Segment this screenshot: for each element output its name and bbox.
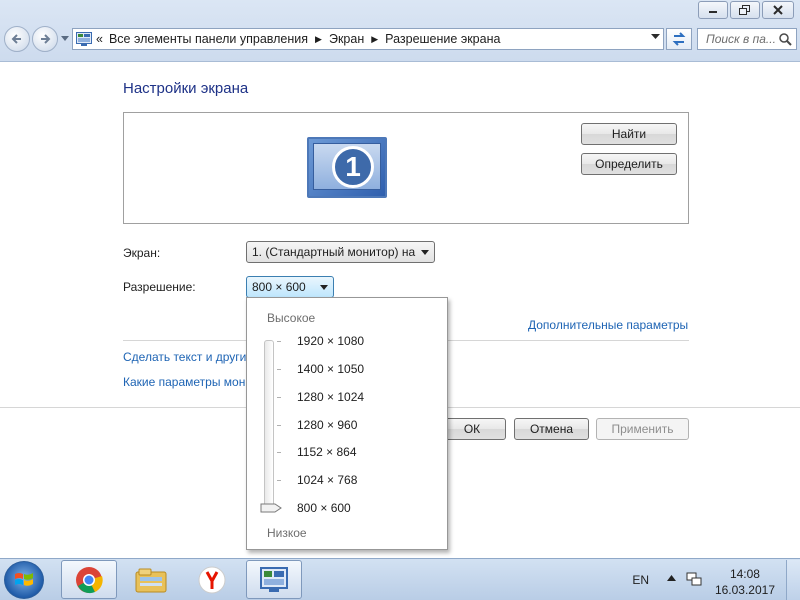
maximize-button[interactable]	[730, 1, 760, 19]
slider-tick	[277, 425, 281, 426]
slider-tick	[277, 452, 281, 453]
resolution-option[interactable]: 1280 × 1024	[297, 390, 364, 404]
forward-arrow-icon	[41, 34, 51, 44]
windows-logo-icon	[15, 573, 33, 586]
start-button[interactable]	[4, 561, 44, 599]
resolution-select[interactable]: 800 × 600	[246, 276, 334, 298]
search-placeholder: Поиск в па...	[706, 32, 776, 46]
taskbar-chrome[interactable]	[61, 560, 117, 599]
back-arrow-icon	[11, 34, 21, 44]
resolution-slider-track[interactable]	[264, 340, 274, 512]
minimize-icon	[709, 11, 717, 13]
maximize-icon	[739, 5, 750, 15]
chevron-down-icon	[421, 250, 429, 255]
refresh-icon	[672, 32, 686, 46]
yandex-icon	[198, 566, 226, 593]
monitor-params-link[interactable]: Какие параметры мон	[123, 375, 245, 389]
close-button[interactable]	[762, 1, 794, 19]
breadcrumb-overflow[interactable]: «	[96, 32, 103, 46]
clock-date: 16.03.2017	[714, 583, 775, 597]
show-desktop-button[interactable]	[786, 560, 800, 600]
taskbar-yandex[interactable]	[184, 560, 240, 599]
control-panel-icon	[260, 566, 288, 592]
screen-label: Экран:	[123, 246, 161, 260]
navigation-buttons	[4, 26, 69, 52]
search-icon	[779, 33, 792, 46]
monitor-1-icon[interactable]: 1	[307, 137, 387, 198]
resolution-option[interactable]: 1024 × 768	[297, 473, 357, 487]
resolution-option[interactable]: 1152 × 864	[297, 445, 357, 459]
address-dropdown-icon[interactable]	[651, 34, 660, 40]
low-label: Низкое	[267, 526, 307, 540]
monitor-number: 1	[332, 146, 374, 188]
minimize-button[interactable]	[698, 1, 728, 19]
close-icon	[773, 5, 783, 15]
resolution-option[interactable]: 1280 × 960	[297, 418, 357, 432]
slider-tick	[277, 369, 281, 370]
resolution-dropdown[interactable]: Высокое 1920 × 1080 1400 × 1050 1280 × 1…	[246, 297, 448, 550]
breadcrumb-separator-icon[interactable]: ▶	[315, 34, 322, 45]
screen-select[interactable]: 1. (Стандартный монитор) на	[246, 241, 435, 263]
text-size-link[interactable]: Сделать текст и другие	[123, 350, 253, 364]
high-label: Высокое	[267, 311, 316, 325]
chevron-down-icon	[320, 285, 328, 290]
page-title: Настройки экрана	[123, 80, 249, 97]
resolution-slider-thumb[interactable]	[260, 503, 282, 513]
screen-select-value: 1. (Стандартный монитор) на	[252, 245, 416, 259]
advanced-settings-link[interactable]: Дополнительные параметры	[528, 318, 688, 332]
slider-tick	[277, 397, 281, 398]
chrome-icon	[76, 566, 103, 593]
back-button[interactable]	[4, 26, 30, 52]
breadcrumb-display[interactable]: Экран	[329, 32, 364, 46]
slider-tick	[277, 480, 281, 481]
cancel-button[interactable]: Отмена	[514, 418, 589, 440]
chevron-down-icon	[61, 36, 69, 41]
taskbar-explorer[interactable]	[123, 560, 179, 599]
taskbar-control-panel[interactable]	[246, 560, 302, 599]
taskbar: EN 14:08 16.03.2017	[0, 558, 800, 600]
identify-button[interactable]: Определить	[581, 153, 677, 175]
display-preview-panel: 1 Найти Определить	[123, 112, 689, 224]
find-button[interactable]: Найти	[581, 123, 677, 145]
forward-button[interactable]	[32, 26, 58, 52]
recent-pages-button[interactable]	[61, 36, 69, 42]
apply-button: Применить	[596, 418, 689, 440]
show-hidden-icons-icon[interactable]	[667, 575, 676, 582]
search-input[interactable]: Поиск в па...	[697, 28, 797, 50]
resolution-option-selected[interactable]: 800 × 600	[297, 501, 351, 515]
network-icon[interactable]	[686, 571, 702, 587]
ok-button[interactable]: ОК	[438, 418, 506, 440]
language-indicator[interactable]: EN	[632, 573, 649, 587]
monitor-screen: 1	[313, 143, 381, 190]
breadcrumb-separator-icon[interactable]: ▶	[371, 34, 378, 45]
address-bar[interactable]: « Все элементы панели управления ▶ Экран…	[72, 28, 664, 50]
window-chrome: « Все элементы панели управления ▶ Экран…	[0, 0, 800, 62]
breadcrumb-resolution[interactable]: Разрешение экрана	[385, 32, 500, 46]
breadcrumb-control-panel[interactable]: Все элементы панели управления	[109, 32, 308, 46]
resolution-option[interactable]: 1920 × 1080	[297, 334, 364, 348]
system-tray: EN 14:08 16.03.2017	[600, 559, 800, 600]
explorer-icon	[135, 568, 167, 592]
refresh-button[interactable]	[666, 28, 692, 50]
clock[interactable]: 14:08 16.03.2017	[715, 566, 775, 598]
resolution-select-value: 800 × 600	[252, 280, 306, 294]
resolution-option[interactable]: 1400 × 1050	[297, 362, 364, 376]
resolution-label: Разрешение:	[123, 280, 196, 294]
slider-tick	[277, 341, 281, 342]
window-controls	[698, 1, 794, 19]
control-panel-icon	[76, 32, 92, 46]
clock-time: 14:08	[729, 567, 760, 581]
